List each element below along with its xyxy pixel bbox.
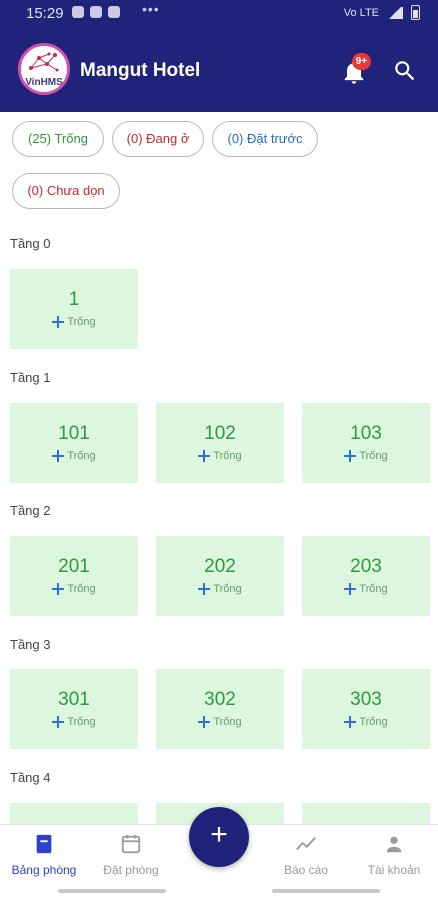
- nav-label: Bảng phòng: [11, 863, 77, 877]
- room-status-label: Trống: [213, 450, 242, 462]
- nav-item-reports[interactable]: Báo cáo: [262, 833, 350, 877]
- calendar-icon: [121, 834, 141, 854]
- room-number: 102: [204, 423, 236, 444]
- room-status-label: Trống: [213, 716, 242, 728]
- room-status: Trống: [10, 316, 138, 328]
- plus-icon: [344, 716, 357, 728]
- plus-icon: [198, 583, 211, 595]
- room-card[interactable]: 302 Trống: [156, 669, 284, 749]
- room-card[interactable]: 101 Trống: [10, 403, 138, 483]
- floor-label: Tầng 2: [10, 503, 51, 518]
- room-status: Trống: [10, 583, 138, 595]
- nav-label: Báo cáo: [283, 863, 329, 877]
- floor-label: Tầng 0: [10, 236, 51, 251]
- room-status: Trống: [302, 716, 430, 728]
- room-number: 103: [350, 423, 382, 444]
- room-status-label: Trống: [359, 716, 388, 728]
- status-more-dots: •••: [142, 1, 160, 17]
- plus-icon: [344, 583, 357, 595]
- room-card[interactable]: 201 Trống: [10, 536, 138, 616]
- battery-icon: [411, 5, 420, 20]
- plus-icon: [52, 450, 65, 462]
- image-icon: [72, 6, 84, 18]
- room-number: 201: [58, 556, 90, 577]
- filter-chip-uncleaned[interactable]: (0) Chưa dọn: [12, 173, 120, 209]
- nav-item-account[interactable]: Tài khoản: [350, 833, 438, 877]
- nav-item-booking[interactable]: Đặt phòng: [87, 833, 175, 877]
- room-status: Trống: [156, 716, 284, 728]
- room-status-label: Trống: [359, 450, 388, 462]
- room-status: Trống: [10, 716, 138, 728]
- plus-icon: [52, 583, 65, 595]
- room-number: 202: [204, 556, 236, 577]
- room-status: Trống: [302, 583, 430, 595]
- network-label: Vo LTE: [343, 6, 379, 19]
- plus-icon: [344, 450, 357, 462]
- status-right-icons: Vo LTE: [344, 5, 420, 20]
- hotel-logo[interactable]: VinHMS: [18, 43, 70, 95]
- notification-badge: 9+: [352, 53, 371, 70]
- room-status-label: Trống: [67, 316, 96, 328]
- status-bar: 15:29 ••• Vo LTE: [0, 0, 438, 28]
- signal-icon: [387, 6, 403, 19]
- room-number: 302: [204, 689, 236, 710]
- nav-label: Đặt phòng: [103, 863, 159, 877]
- room-card[interactable]: 301 Trống: [10, 669, 138, 749]
- gesture-bar-right: [272, 889, 380, 893]
- room-board-icon: [36, 834, 52, 854]
- room-number: 101: [58, 423, 90, 444]
- plus-icon: [198, 450, 211, 462]
- plus-icon: [52, 316, 65, 328]
- room-card[interactable]: 202 Trống: [156, 536, 284, 616]
- plus-icon: [198, 716, 211, 728]
- room-status-label: Trống: [67, 716, 96, 728]
- floor-label: Tầng 1: [10, 370, 51, 385]
- room-status: Trống: [10, 450, 138, 462]
- plus-icon: +: [210, 818, 228, 851]
- room-status-label: Trống: [359, 583, 388, 595]
- room-number: 1: [68, 289, 80, 310]
- messenger-icon: [90, 6, 102, 18]
- floor-label: Tầng 4: [10, 770, 51, 785]
- room-status-label: Trống: [213, 583, 242, 595]
- filter-chip-available[interactable]: (25) Trống: [12, 121, 104, 157]
- nav-item-room-board[interactable]: Bảng phòng: [0, 833, 88, 877]
- room-number: 301: [58, 689, 90, 710]
- room-card[interactable]: 203 Trống: [302, 536, 430, 616]
- room-status: Trống: [156, 450, 284, 462]
- logo-text: VinHMS: [25, 77, 63, 88]
- status-time: 15:29: [26, 5, 64, 22]
- filter-chip-occupied[interactable]: (0) Đang ở: [112, 121, 204, 157]
- room-card[interactable]: 1 Trống: [10, 269, 138, 349]
- room-number: 203: [350, 556, 382, 577]
- account-icon: [386, 836, 402, 853]
- app-icon: [108, 6, 120, 18]
- app-header: 15:29 ••• Vo LTE VinHMS Mangut Hotel 9+: [0, 0, 438, 112]
- status-notification-icons: [72, 6, 120, 18]
- room-card[interactable]: 103 Trống: [302, 403, 430, 483]
- gesture-bar-left: [58, 889, 166, 893]
- floor-label: Tầng 3: [10, 637, 51, 652]
- network-icon: [29, 52, 59, 72]
- room-status-label: Trống: [67, 450, 96, 462]
- room-status: Trống: [302, 450, 430, 462]
- room-card[interactable]: 102 Trống: [156, 403, 284, 483]
- room-status-label: Trống: [67, 583, 96, 595]
- hotel-title: Mangut Hotel: [80, 60, 201, 81]
- room-card[interactable]: 303 Trống: [302, 669, 430, 749]
- room-number: 303: [350, 689, 382, 710]
- plus-icon: [52, 716, 65, 728]
- chart-icon: [296, 836, 316, 851]
- filter-chip-reserved[interactable]: (0) Đặt trước: [212, 121, 318, 157]
- search-icon[interactable]: [392, 58, 418, 84]
- nav-label: Tài khoản: [367, 863, 421, 877]
- room-status: Trống: [156, 583, 284, 595]
- add-button[interactable]: +: [189, 807, 249, 867]
